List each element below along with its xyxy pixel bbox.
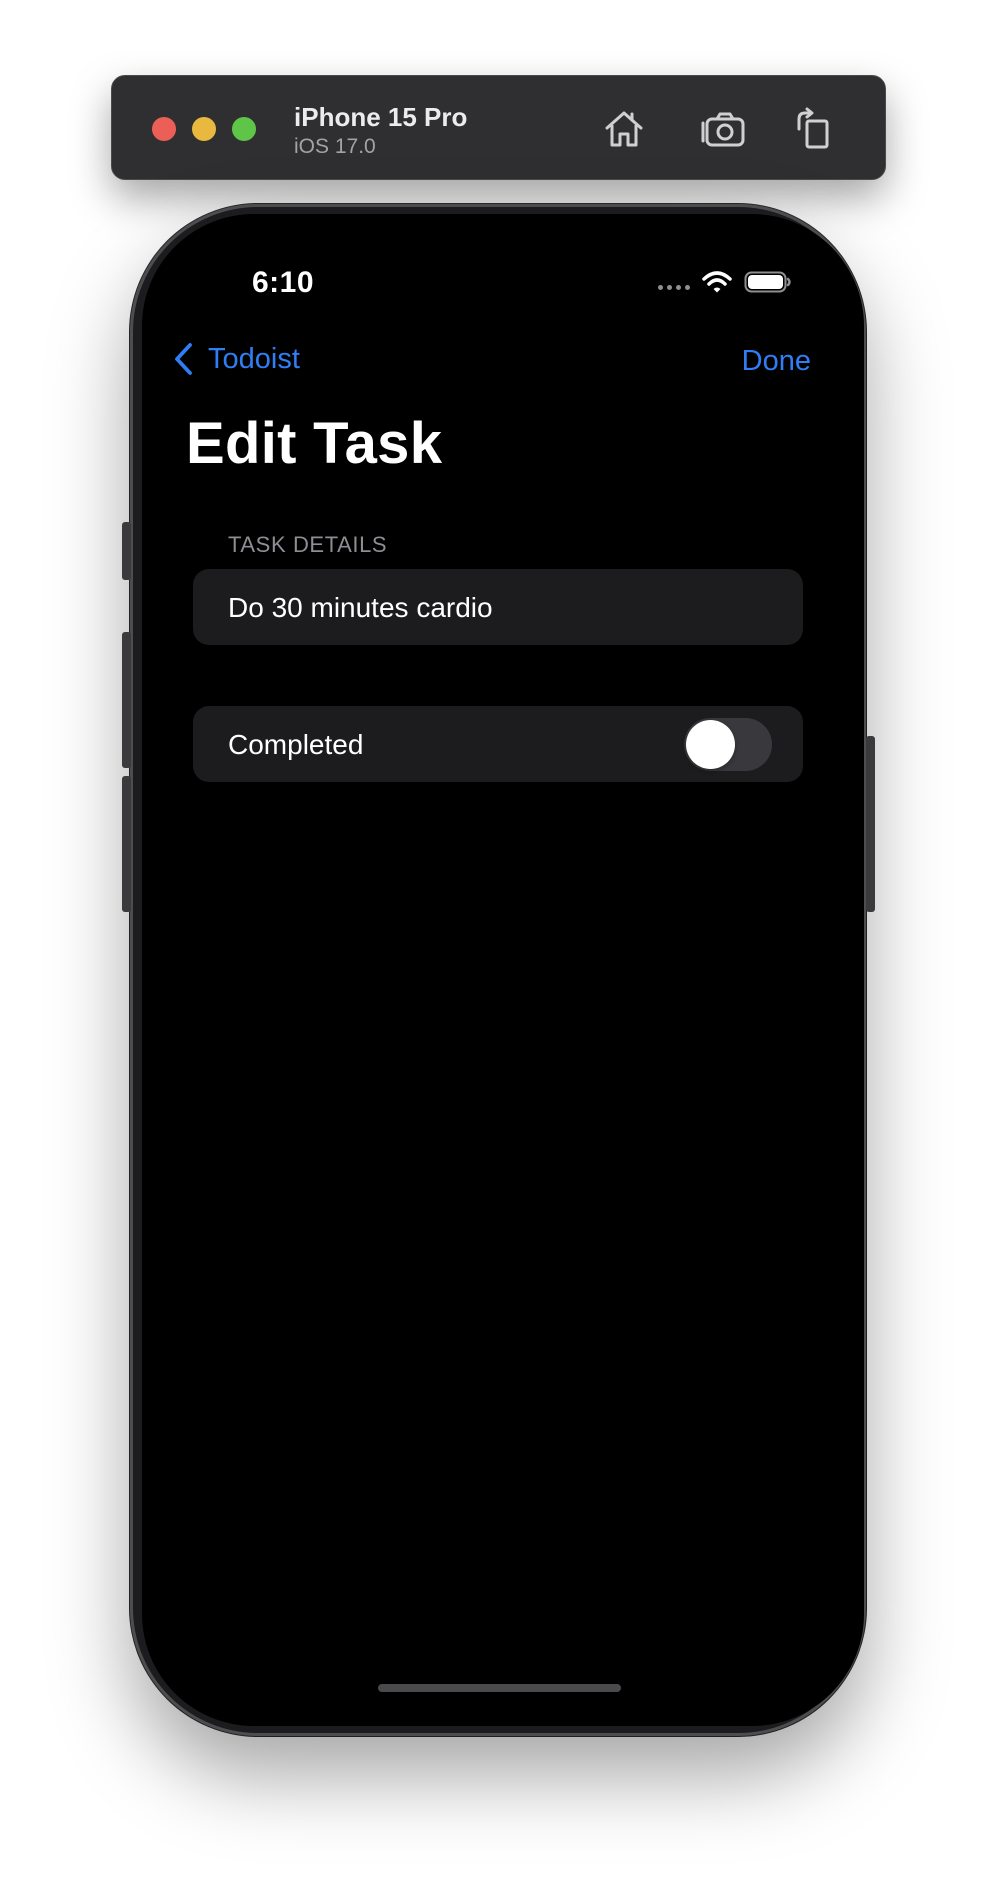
- simulator-toolbar: iPhone 15 Pro iOS 17.0: [111, 75, 886, 180]
- status-icons: [658, 270, 792, 294]
- section-header-task-details: TASK DETAILS: [228, 532, 388, 557]
- done-button[interactable]: Done: [742, 345, 811, 378]
- zoom-window-button[interactable]: [232, 117, 256, 141]
- task-name-value: Do 30 minutes cardio: [228, 592, 493, 623]
- device-screen: 6:10 Todoist Done Edit Task TASK DETAILS…: [142, 214, 864, 1726]
- action-button[interactable]: [122, 522, 131, 580]
- minimize-window-button[interactable]: [192, 117, 216, 141]
- toggle-knob: [686, 720, 735, 769]
- battery-icon: [744, 271, 791, 293]
- device-name: iPhone 15 Pro: [294, 102, 468, 132]
- cellular-signal-icon: [658, 284, 690, 290]
- home-indicator[interactable]: [378, 1684, 621, 1692]
- task-name-field[interactable]: Do 30 minutes cardio: [193, 569, 803, 645]
- power-button[interactable]: [866, 736, 875, 912]
- page-title: Edit Task: [186, 411, 443, 476]
- status-time: 6:10: [252, 266, 315, 299]
- home-button[interactable]: [598, 104, 650, 154]
- completed-toggle[interactable]: [684, 718, 772, 771]
- completed-row: Completed: [193, 706, 803, 782]
- completed-label: Completed: [228, 729, 364, 760]
- volume-up-button[interactable]: [122, 632, 131, 768]
- chevron-left-icon: [175, 343, 192, 375]
- back-button-label: Todoist: [208, 342, 300, 375]
- screenshot-button[interactable]: [698, 104, 750, 154]
- home-icon: [605, 111, 643, 147]
- rotate-icon: [797, 107, 829, 149]
- back-button[interactable]: Todoist: [174, 342, 300, 376]
- device-os-version: iOS 17.0: [294, 135, 376, 158]
- screenshot-icon: [701, 112, 745, 147]
- volume-down-button[interactable]: [122, 776, 131, 912]
- wifi-icon: [702, 271, 732, 293]
- rotate-button[interactable]: [788, 104, 840, 154]
- close-window-button[interactable]: [152, 117, 176, 141]
